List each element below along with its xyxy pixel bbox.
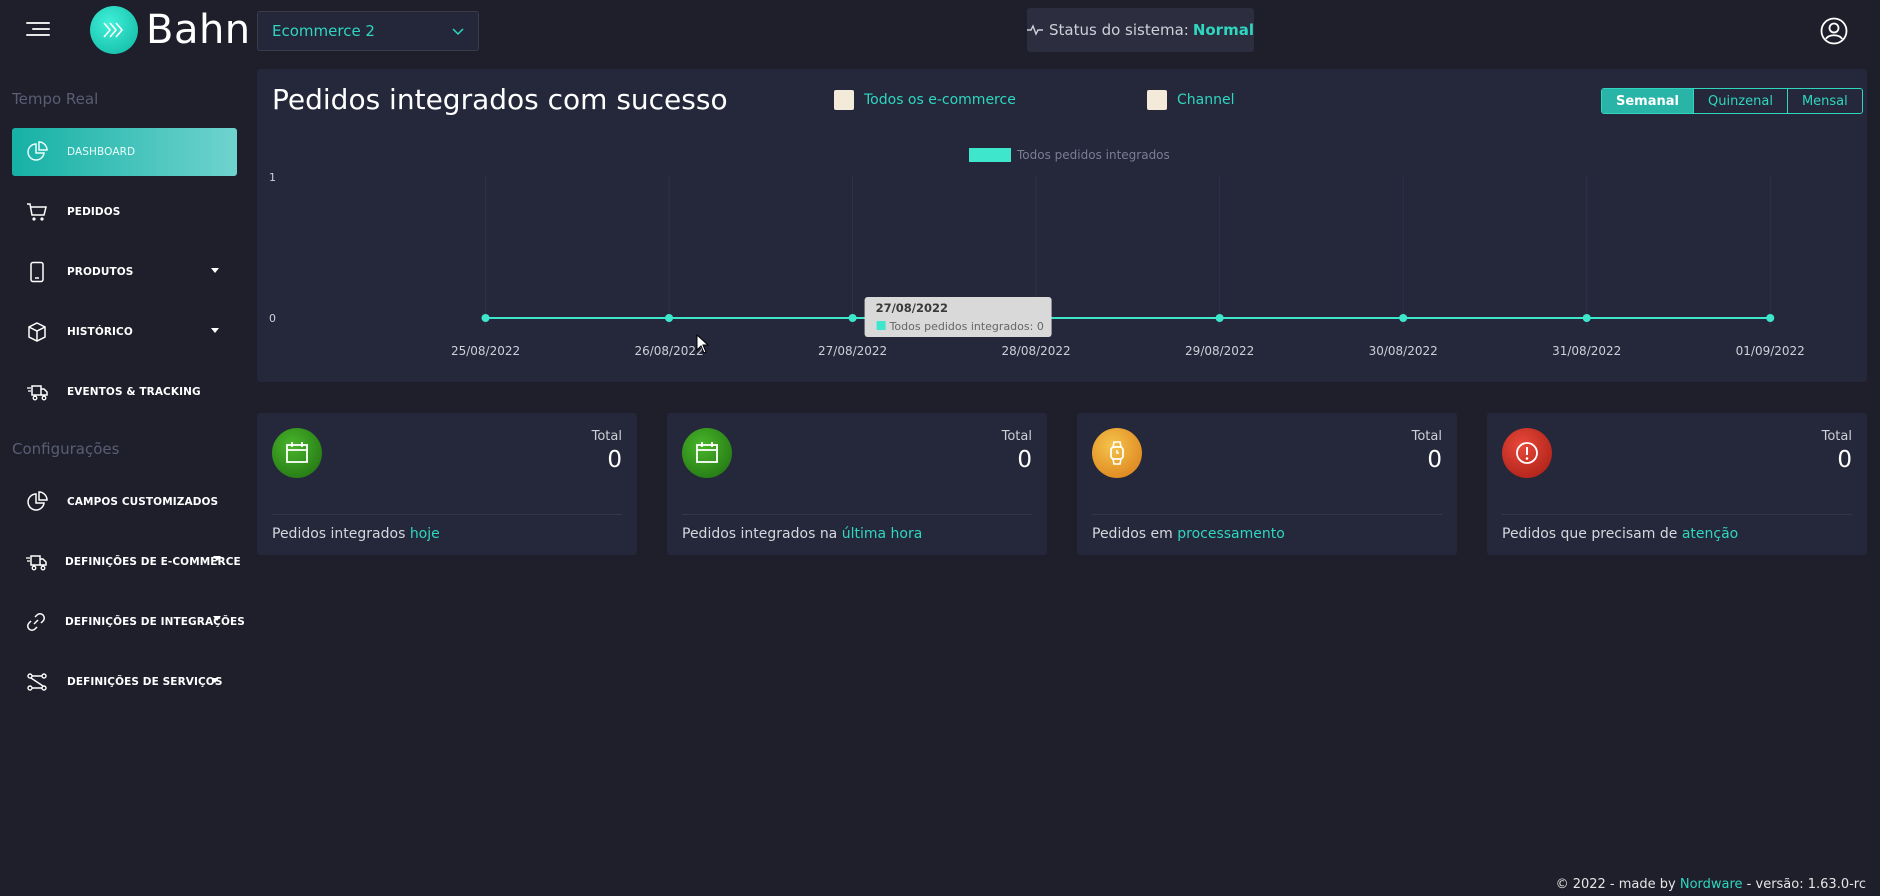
- sidebar-item-historico[interactable]: HISTÓRICO: [12, 308, 237, 356]
- data-point: [481, 314, 490, 322]
- caret-down-icon: [213, 616, 221, 621]
- legend-label: Todos pedidos integrados: [1016, 148, 1170, 162]
- data-point: [1399, 314, 1408, 322]
- data-point: [1582, 314, 1591, 322]
- top-bar: Bahn Ecommerce 2 Status do sistema: Norm…: [0, 0, 1880, 60]
- tooltip-swatch: [876, 321, 886, 330]
- chart-panel: Pedidos integrados com sucesso Todos os …: [257, 69, 1867, 382]
- caret-down-icon: [211, 328, 219, 333]
- x-tick-label: 29/08/2022: [1185, 344, 1254, 358]
- sidebar-item-label: DASHBOARD: [67, 146, 136, 158]
- menu-toggle-icon[interactable]: [26, 22, 50, 40]
- data-point: [1766, 314, 1775, 322]
- x-tick-label: 30/08/2022: [1369, 344, 1438, 358]
- sidebar-item-label: DEFINIÇÕES DE SERVIÇOS: [67, 676, 223, 688]
- stat-card-hoje: Total 0 Pedidos integrados hoje: [257, 413, 637, 555]
- divider: [272, 514, 622, 515]
- total-value: 0: [607, 447, 622, 473]
- ecommerce-select[interactable]: Ecommerce 2: [257, 11, 479, 51]
- card-description: Pedidos integrados hoje: [272, 526, 440, 542]
- total-label: Total: [1001, 429, 1032, 444]
- total-value: 0: [1837, 447, 1852, 473]
- calendar-icon: [272, 428, 322, 478]
- divider: [682, 514, 1032, 515]
- stat-card-processamento: Total 0 Pedidos em processamento: [1077, 413, 1457, 555]
- sidebar-item-definicoes-integracoes[interactable]: DEFINIÇÕES DE INTEGRAÇÕES: [12, 598, 245, 646]
- nordware-link[interactable]: Nordware: [1680, 877, 1743, 892]
- ecommerce-select-value: Ecommerce 2: [272, 22, 375, 40]
- caret-down-icon: [211, 268, 219, 273]
- x-tick-label: 26/08/2022: [634, 344, 703, 358]
- total-value: 0: [1427, 447, 1442, 473]
- truck-icon: [25, 550, 47, 574]
- y-tick-label: 1: [269, 171, 276, 184]
- nodes-icon: [25, 670, 49, 694]
- sidebar-item-label: PEDIDOS: [67, 206, 121, 218]
- y-tick-label: 0: [269, 312, 276, 325]
- tablet-icon: [25, 260, 49, 284]
- sidebar-item-label: HISTÓRICO: [67, 326, 133, 338]
- logo[interactable]: Bahn: [90, 6, 251, 54]
- box-icon: [25, 320, 49, 344]
- x-tick-label: 27/08/2022: [818, 344, 887, 358]
- pulse-icon: [1027, 24, 1044, 36]
- sidebar-item-pedidos[interactable]: PEDIDOS: [12, 188, 237, 236]
- sidebar-item-label: CAMPOS CUSTOMIZADOS: [67, 496, 219, 508]
- chevron-down-icon: [452, 28, 464, 36]
- stat-card-ultima-hora: Total 0 Pedidos integrados na última hor…: [667, 413, 1047, 555]
- data-point: [1215, 314, 1224, 322]
- mouse-cursor-icon: [696, 334, 710, 354]
- legend-swatch: [969, 148, 1011, 162]
- tooltip-title: 27/08/2022: [876, 301, 948, 315]
- card-description: Pedidos que precisam de atenção: [1502, 526, 1739, 542]
- logo-text: Bahn: [146, 7, 251, 53]
- sidebar-item-definicoes-ecommerce[interactable]: DEFINIÇÕES DE E-COMMERCE: [12, 538, 241, 586]
- pie-chart-icon: [25, 140, 49, 164]
- status-value: Normal: [1192, 21, 1254, 39]
- sidebar-item-campos-customizados[interactable]: CAMPOS CUSTOMIZADOS: [12, 478, 237, 526]
- x-tick-label: 25/08/2022: [451, 344, 520, 358]
- total-value: 0: [1017, 447, 1032, 473]
- caret-down-icon: [213, 556, 221, 561]
- divider: [1092, 514, 1442, 515]
- divider: [1502, 514, 1852, 515]
- stat-card-atencao: Total 0 Pedidos que precisam de atenção: [1487, 413, 1867, 555]
- total-label: Total: [1411, 429, 1442, 444]
- status-label: Status do sistema:: [1049, 21, 1189, 39]
- alert-icon: [1502, 428, 1552, 478]
- logo-mark-icon: [90, 6, 138, 54]
- x-tick-label: 28/08/2022: [1002, 344, 1071, 358]
- link-icon: [25, 610, 47, 634]
- sidebar-item-label: PRODUTOS: [67, 266, 134, 278]
- system-status: Status do sistema: Normal: [1027, 8, 1254, 52]
- sidebar-item-definicoes-servicos[interactable]: DEFINIÇÕES DE SERVIÇOS: [12, 658, 237, 706]
- card-description: Pedidos em processamento: [1092, 526, 1285, 542]
- data-point: [848, 314, 857, 322]
- data-point: [665, 314, 674, 322]
- pie-chart-icon: [25, 490, 49, 514]
- watch-icon: [1092, 428, 1142, 478]
- card-description: Pedidos integrados na última hora: [682, 526, 923, 542]
- sidebar-item-dashboard[interactable]: DASHBOARD: [12, 128, 237, 176]
- x-tick-label: 31/08/2022: [1552, 344, 1621, 358]
- sidebar: Tempo Real DASHBOARD PEDIDOS PRODUTOS HI…: [0, 60, 250, 896]
- section-realtime: Tempo Real: [12, 90, 99, 108]
- footer: © 2022 - made by Nordware - versão: 1.63…: [1555, 877, 1866, 892]
- total-label: Total: [1821, 429, 1852, 444]
- user-avatar-icon[interactable]: [1820, 17, 1848, 45]
- sidebar-item-eventos-tracking[interactable]: EVENTOS & TRACKING: [12, 368, 237, 416]
- cart-icon: [25, 200, 49, 224]
- x-tick-label: 01/09/2022: [1736, 344, 1805, 358]
- tooltip-label: Todos pedidos integrados: 0: [889, 320, 1044, 333]
- calendar-icon: [682, 428, 732, 478]
- caret-down-icon: [211, 678, 219, 683]
- sidebar-item-label: EVENTOS & TRACKING: [67, 386, 201, 398]
- truck-icon: [25, 380, 49, 404]
- total-label: Total: [591, 429, 622, 444]
- section-config: Configurações: [12, 440, 120, 458]
- line-chart: 1 0 Todos pedidos integrados 25/08/2022 26/0…: [269, 148, 1805, 358]
- sidebar-item-produtos[interactable]: PRODUTOS: [12, 248, 237, 296]
